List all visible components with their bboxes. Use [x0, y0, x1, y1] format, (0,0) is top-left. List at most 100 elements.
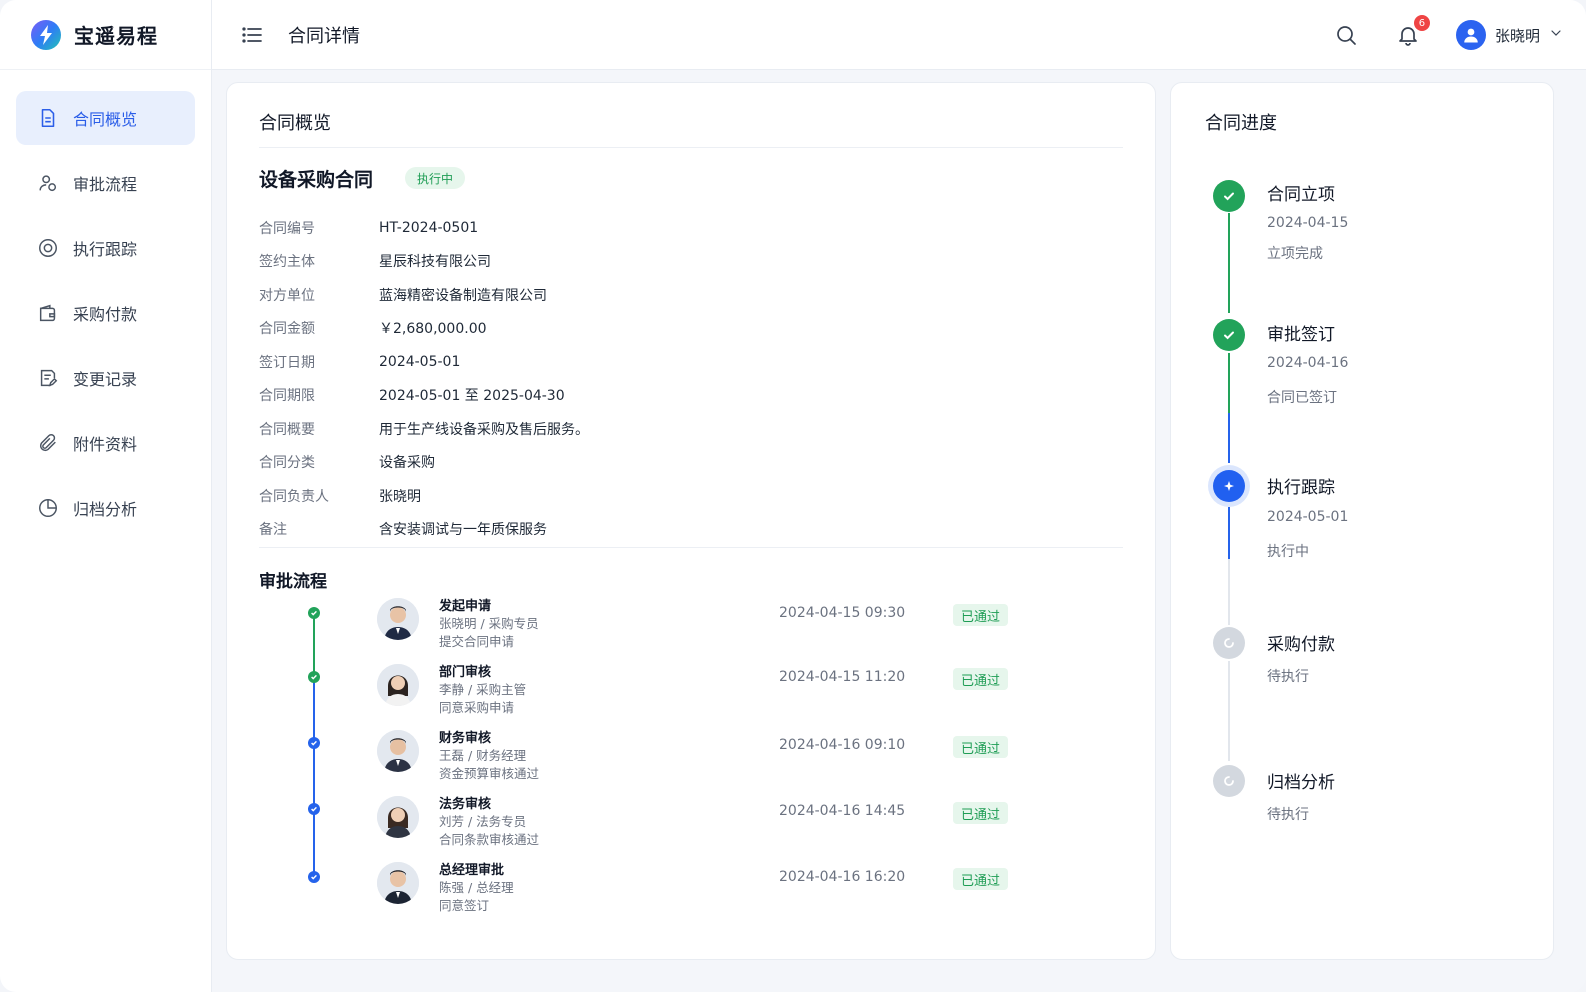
sidebar: 宝遥易程 合同概览 审批流程 执行跟踪 采购付款 变更记录 附件资料 归档分析	[0, 0, 212, 992]
stage-date: 2024-05-01	[1267, 509, 1349, 525]
chevron-down-icon	[1548, 25, 1564, 45]
stage-title: 审批签订	[1267, 325, 1335, 345]
field-value: 设备采购	[379, 455, 435, 472]
field-label: 合同编号	[259, 220, 315, 237]
divider	[259, 547, 1123, 548]
field-row: 合同分类 设备采购	[259, 446, 589, 480]
search-icon[interactable]	[1334, 23, 1358, 47]
field-label: 合同负责人	[259, 488, 329, 505]
divider	[259, 147, 1123, 148]
user-menu[interactable]: 张晓明	[1455, 20, 1564, 50]
avatar	[1455, 20, 1486, 50]
sidebar-item-label: 变更记录	[73, 370, 138, 389]
progress-line	[1228, 413, 1230, 463]
field-row: 合同期限 2024-05-01 至 2025-04-30	[259, 379, 589, 413]
sidebar-item-label: 合同概览	[73, 110, 138, 129]
stage-date: 2024-04-15	[1267, 215, 1349, 231]
field-row: 签订日期 2024-05-01	[259, 345, 589, 379]
contract-overview-card: 合同概览 设备采购合同 执行中 合同编号 HT-2024-0501 签约主体 星辰科…	[226, 82, 1156, 960]
stage-note: 立项完成	[1267, 246, 1323, 262]
progress-line	[1228, 353, 1230, 413]
field-value: HT-2024-0501	[379, 219, 479, 236]
topbar-actions: 6 张晓明	[1334, 0, 1586, 70]
field-value: 2024-05-01 至 2025-04-30	[379, 388, 565, 405]
step-title: 法务审核	[439, 797, 492, 812]
step-time: 2024-04-15 11:20	[779, 669, 906, 685]
check-circle-icon	[1213, 319, 1245, 351]
sidebar-item-label: 审批流程	[73, 175, 138, 194]
sidebar-item-tracking[interactable]: 执行跟踪	[16, 221, 195, 275]
progress-line	[1228, 213, 1230, 313]
step-note: 资金预算审核通过	[439, 766, 540, 781]
approval-section-title: 审批流程	[259, 572, 327, 592]
sidebar-item-payment[interactable]: 采购付款	[16, 286, 195, 340]
check-icon	[308, 607, 320, 619]
step-note: 提交合同申请	[439, 634, 515, 649]
brand[interactable]: 宝遥易程	[0, 0, 211, 70]
check-icon	[308, 671, 320, 683]
field-label: 签约主体	[259, 254, 315, 271]
step-note: 同意签订	[439, 898, 490, 913]
progress-line	[1228, 559, 1230, 625]
status-badge: 执行中	[405, 167, 466, 189]
topbar: 合同详情 6 张晓明	[212, 0, 1586, 70]
check-icon	[308, 803, 320, 815]
field-value: ￥2,680,000.00	[379, 321, 487, 338]
pending-icon	[1213, 627, 1245, 659]
notification-button[interactable]: 6	[1396, 15, 1430, 47]
field-value: 含安装调试与一年质保服务	[379, 522, 547, 539]
avatar	[377, 598, 419, 640]
step-person: 李静 / 采购主管	[439, 682, 527, 697]
sidebar-item-label: 采购付款	[73, 305, 138, 324]
check-icon	[308, 737, 320, 749]
contract-name: 设备采购合同	[259, 169, 374, 191]
status-badge: 已通过	[953, 604, 1009, 626]
menu-list-icon[interactable]	[240, 23, 264, 47]
document-icon	[36, 106, 60, 130]
progress-line	[1228, 661, 1230, 761]
status-badge: 已通过	[953, 668, 1009, 690]
check-circle-icon	[1213, 180, 1245, 212]
stage-note: 执行中	[1267, 544, 1309, 560]
step-time: 2024-04-15 09:30	[779, 605, 906, 621]
status-badge: 已通过	[953, 736, 1009, 758]
sidebar-item-approval[interactable]: 审批流程	[16, 156, 195, 210]
check-icon	[308, 871, 320, 883]
pending-icon	[1213, 765, 1245, 797]
user-icon	[1464, 28, 1478, 43]
wallet-icon	[36, 301, 60, 325]
sparkle-icon	[1213, 470, 1245, 502]
field-row: 合同负责人 张晓明	[259, 479, 589, 513]
sidebar-item-archive[interactable]: 归档分析	[16, 481, 195, 535]
overview-title: 合同概览	[259, 113, 331, 134]
stage-title: 采购付款	[1267, 635, 1335, 655]
step-time: 2024-04-16 09:10	[779, 737, 906, 753]
field-label: 对方单位	[259, 287, 315, 304]
step-title: 发起申请	[439, 599, 492, 614]
progress-title: 合同进度	[1205, 113, 1277, 134]
edit-doc-icon	[36, 366, 60, 390]
status-badge: 已通过	[953, 868, 1009, 890]
step-title: 部门审核	[439, 665, 492, 680]
approval-step: 部门审核 李静 / 采购主管 同意采购申请 2024-04-15 11:20 已…	[227, 661, 1157, 721]
field-row: 合同编号 HT-2024-0501	[259, 211, 589, 245]
field-row: 合同金额 ￥2,680,000.00	[259, 312, 589, 346]
approval-step: 发起申请 张晓明 / 采购专员 提交合同申请 2024-04-15 09:30 …	[227, 595, 1157, 655]
sidebar-nav: 合同概览 审批流程 执行跟踪 采购付款 变更记录 附件资料 归档分析	[0, 70, 211, 535]
pie-chart-icon	[36, 496, 60, 520]
notification-badge: 6	[1413, 15, 1430, 31]
avatar	[377, 796, 419, 838]
sidebar-item-changes[interactable]: 变更记录	[16, 351, 195, 405]
stage-note: 合同已签订	[1267, 390, 1337, 406]
target-icon	[36, 236, 60, 260]
sidebar-item-attachments[interactable]: 附件资料	[16, 416, 195, 470]
user-name: 张晓明	[1494, 26, 1540, 45]
field-label: 合同期限	[259, 388, 315, 405]
status-badge: 已通过	[953, 802, 1009, 824]
contract-fields: 合同编号 HT-2024-0501 签约主体 星辰科技有限公司 对方单位 蓝海精密设备…	[259, 211, 589, 546]
step-note: 合同条款审核通过	[439, 832, 540, 847]
field-row: 对方单位 蓝海精密设备制造有限公司	[259, 278, 589, 312]
field-row: 合同概要 用于生产线设备采购及售后服务。	[259, 412, 589, 446]
brand-name: 宝遥易程	[74, 24, 158, 48]
sidebar-item-contract-overview[interactable]: 合同概览	[16, 91, 195, 145]
